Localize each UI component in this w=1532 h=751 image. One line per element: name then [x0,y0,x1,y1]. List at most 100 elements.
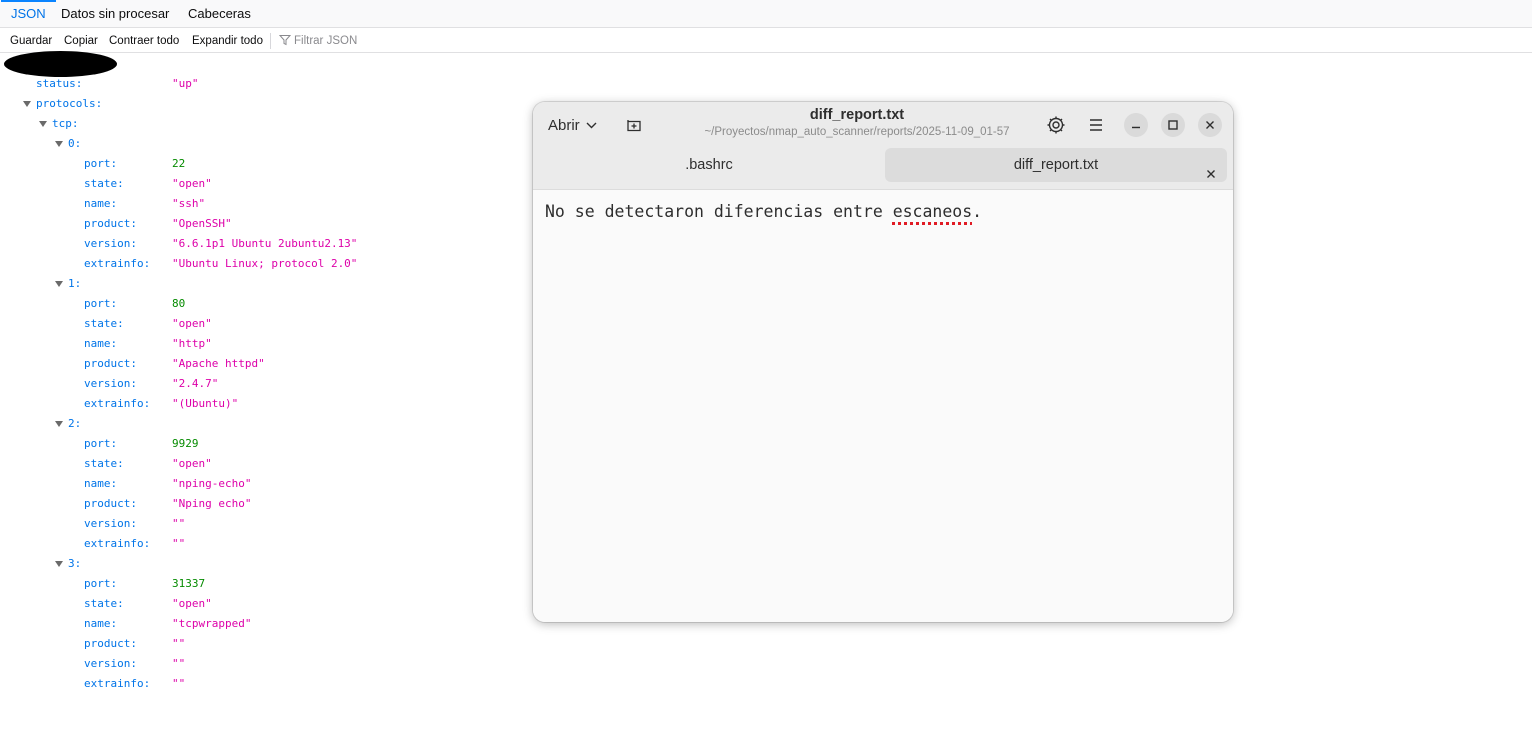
tab-diff-report[interactable]: diff_report.txt [885,148,1227,182]
close-window-button[interactable] [1198,113,1222,137]
hamburger-menu-icon[interactable] [1086,115,1106,135]
misspelled-word[interactable]: escaneos [893,202,972,221]
minimize-icon [1132,126,1140,129]
json-key-product: product: [84,217,137,230]
copy-button[interactable]: Copiar [64,29,98,53]
viewer-toolbar: Guardar Copiar Contraer todo Expandir to… [0,29,1532,53]
json-key-status: status: [36,77,83,90]
json-value-state: "open" [172,177,212,190]
json-key-version: version: [84,377,137,390]
tab-raw-data[interactable]: Datos sin procesar [61,0,169,28]
json-key-tcp[interactable]: tcp: [52,114,79,134]
json-key-protocols[interactable]: protocols: [36,94,102,114]
json-value-port: 9929 [172,437,199,450]
json-key-index[interactable]: 0: [68,134,81,154]
close-icon [1206,121,1214,129]
json-value-name: "http" [172,337,212,350]
json-value-extrainfo: "Ubuntu Linux; protocol 2.0" [172,257,358,270]
expand-arrow-icon[interactable] [55,141,63,147]
json-value-name: "ssh" [172,197,206,210]
expand-arrow-icon[interactable] [39,121,47,127]
collapse-all-button[interactable]: Contraer todo [109,29,179,53]
toolbar-divider [270,33,271,49]
expand-arrow-icon[interactable] [55,561,63,567]
json-key-state: state: [84,597,124,610]
document-text-part: No se detectaron diferencias entre [545,202,893,221]
json-value-version: "" [172,657,186,670]
json-key-state: state: [84,457,124,470]
settings-icon[interactable] [1046,115,1066,135]
expand-arrow-icon[interactable] [55,421,63,427]
json-value-state: "open" [172,317,212,330]
filter-icon [279,34,291,46]
json-value-name: "nping-echo" [172,477,252,490]
maximize-button[interactable] [1161,113,1185,137]
json-key-product: product: [84,357,137,370]
json-value-product: "OpenSSH" [172,217,232,230]
json-key-index[interactable]: 2: [68,414,81,434]
json-key-name: name: [84,197,118,210]
json-value-extrainfo: "(Ubuntu)" [172,397,239,410]
text-editor-area[interactable]: No se detectaron diferencias entre escan… [533,190,1233,622]
tab-json[interactable]: JSON [1,0,56,28]
text-editor-window: Abrir diff_report.txt ~/Proyectos/nmap_a… [533,102,1233,622]
window-title: diff_report.txt [809,107,905,123]
header-bar: Abrir diff_report.txt ~/Proyectos/nmap_a… [533,102,1233,148]
json-value-extrainfo: "" [172,537,186,550]
json-value-status: "up" [172,77,199,90]
filter-placeholder: Filtrar JSON [294,35,358,47]
json-key-port: port: [84,297,118,310]
close-tab-icon[interactable] [1205,159,1217,178]
document-text[interactable]: No se detectaron diferencias entre escan… [545,202,982,221]
json-key-version: version: [84,237,137,250]
json-value-state: "open" [172,457,212,470]
maximize-icon [1168,120,1178,130]
json-value-product: "" [172,637,186,650]
open-label: Abrir [548,117,580,134]
json-key-name: name: [84,337,118,350]
json-key-product: product: [84,637,137,650]
json-value-name: "tcpwrapped" [172,617,252,630]
filter-json-input[interactable]: Filtrar JSON [279,29,357,53]
json-value-product: "Apache httpd" [172,357,265,370]
json-key-extrainfo: extrainfo: [84,537,151,550]
json-key-state: state: [84,177,124,190]
json-key-version: version: [84,657,137,670]
document-tabs: .bashrc diff_report.txt [533,148,1233,190]
open-button[interactable]: Abrir [541,110,604,140]
json-key-port: port: [84,577,118,590]
json-key-extrainfo: extrainfo: [84,397,151,410]
document-text-end: . [972,202,983,221]
json-key-name: name: [84,477,118,490]
window-subtitle: ~/Proyectos/nmap_auto_scanner/reports/20… [704,126,1010,138]
viewer-tabbar: JSON Datos sin procesar Cabeceras [0,0,1532,28]
tab-label: diff_report.txt [1013,157,1099,173]
tab-bashrc[interactable]: .bashrc [539,148,879,182]
json-value-port: 22 [172,157,186,170]
json-key-extrainfo: extrainfo: [84,257,151,270]
json-value-extrainfo: "" [172,677,186,690]
new-tab-icon[interactable] [625,117,643,135]
json-key-port: port: [84,157,118,170]
json-value-version: "6.6.1p1 Ubuntu 2ubuntu2.13" [172,237,358,250]
json-value-version: "2.4.7" [172,377,219,390]
json-key-port: port: [84,437,118,450]
json-value-port: 31337 [172,577,206,590]
json-value-state: "open" [172,597,212,610]
save-button[interactable]: Guardar [10,29,52,53]
json-key-index[interactable]: 1: [68,274,81,294]
chevron-down-icon [586,110,597,140]
json-value-product: "Nping echo" [172,497,252,510]
tab-headers[interactable]: Cabeceras [188,0,251,28]
json-value-version: "" [172,517,186,530]
minimize-button[interactable] [1124,113,1148,137]
expand-arrow-icon[interactable] [55,281,63,287]
json-key-name: name: [84,617,118,630]
expand-arrow-icon[interactable] [23,101,31,107]
tab-label: .bashrc [685,157,733,173]
expand-all-button[interactable]: Expandir todo [192,29,263,53]
json-key-index[interactable]: 3: [68,554,81,574]
json-key-extrainfo: extrainfo: [84,677,151,690]
json-value-port: 80 [172,297,186,310]
json-key-version: version: [84,517,137,530]
